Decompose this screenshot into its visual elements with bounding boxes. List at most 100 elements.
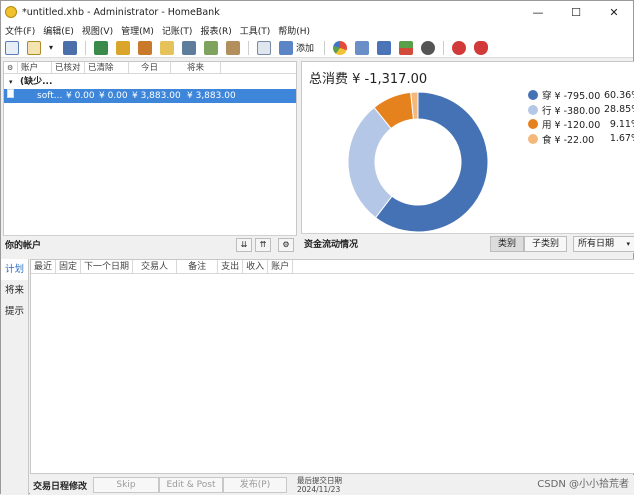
trend-report-icon[interactable] bbox=[355, 40, 370, 55]
legend-item[interactable]: 食 ¥ -22.00 1.67% bbox=[528, 132, 634, 147]
tab-reminders[interactable]: 提示 bbox=[1, 301, 28, 322]
close-button[interactable]: ✕ bbox=[595, 1, 633, 23]
schedule-footer: 交易日程修改 Skip Edit & Post 发布(P) 最后提交日期 202… bbox=[30, 475, 634, 495]
spending-chart-panel: 总消费 ¥ -1,317.00 穿 ¥ -795.00 60.36% 行 ¥ -… bbox=[301, 61, 634, 253]
dropdown-arrow-icon: ▾ bbox=[626, 239, 630, 248]
title-bar: *untitled.xhb - Administrator - HomeBank… bbox=[1, 1, 633, 23]
tab-future[interactable]: 将来 bbox=[1, 280, 28, 301]
archive-icon[interactable] bbox=[160, 40, 174, 55]
register-icon[interactable] bbox=[257, 40, 271, 55]
budget-report-icon[interactable] bbox=[399, 40, 414, 55]
account-group-row[interactable]: ▾ (缺少... bbox=[4, 75, 296, 89]
your-accounts-title: 你的帐户 bbox=[5, 241, 42, 251]
save-icon[interactable] bbox=[63, 40, 77, 55]
column-header-expense[interactable]: 支出 bbox=[218, 260, 244, 273]
maximize-button[interactable]: ☐ bbox=[557, 1, 595, 23]
legend-color-swatch bbox=[528, 119, 538, 130]
schedule-table-header: 最近 固定 下一个日期 交易人 备注 支出 收入 账户 bbox=[31, 260, 634, 274]
last-transaction-label: 最后提交日期 bbox=[297, 476, 342, 485]
legend-percentage: 60.36% bbox=[604, 89, 634, 101]
balance-report-icon[interactable] bbox=[377, 40, 392, 55]
menu-help[interactable]: 帮助(H) bbox=[274, 24, 314, 37]
legend-color-swatch bbox=[528, 133, 538, 144]
collapse-all-icon[interactable]: ⇈ bbox=[255, 237, 271, 252]
last-transaction-info: 最后提交日期 2024/11/23 bbox=[297, 476, 342, 494]
column-header-future[interactable]: 将来 bbox=[171, 62, 221, 73]
skip-button[interactable]: Skip bbox=[93, 477, 159, 493]
import-icon[interactable] bbox=[204, 40, 218, 55]
add-button-label[interactable]: 添加 bbox=[296, 41, 314, 54]
minimize-button[interactable]: — bbox=[519, 1, 557, 23]
column-header-income[interactable]: 收入 bbox=[243, 260, 269, 273]
menu-bar: 文件(F) 编辑(E) 视图(V) 管理(M) 记账(T) 报表(R) 工具(T… bbox=[1, 23, 633, 38]
column-header-cleared[interactable]: 已清除 bbox=[85, 62, 129, 73]
tab-scheduled[interactable]: 计划 bbox=[1, 259, 28, 280]
accounts-footer: 你的帐户 ⇊ ⇈ ⚙ bbox=[3, 235, 297, 253]
menu-manage[interactable]: 管理(M) bbox=[117, 24, 158, 37]
last-transaction-date: 2024/11/23 bbox=[297, 485, 341, 494]
menu-edit[interactable]: 编辑(E) bbox=[39, 24, 78, 37]
account-group-label: (缺少... bbox=[20, 77, 53, 87]
menu-tools[interactable]: 工具(T) bbox=[236, 24, 275, 37]
subcategory-tab[interactable]: 子类别 bbox=[523, 235, 567, 252]
legend-percentage: 9.11% bbox=[609, 118, 634, 130]
menu-reports[interactable]: 报表(R) bbox=[196, 24, 235, 37]
settings-gear-icon[interactable]: ⚙ bbox=[4, 62, 18, 73]
column-header-fixed[interactable]: 固定 bbox=[56, 260, 82, 273]
toolbar-separator bbox=[324, 40, 326, 55]
categories-icon[interactable] bbox=[138, 40, 152, 55]
open-file-icon[interactable] bbox=[27, 40, 41, 55]
menu-transactions[interactable]: 记账(T) bbox=[158, 24, 197, 37]
donut-slice-行[interactable] bbox=[347, 106, 393, 219]
payees-icon[interactable] bbox=[116, 40, 130, 55]
schedule-list: 最近 固定 下一个日期 交易人 备注 支出 收入 账户 bbox=[30, 259, 634, 474]
legend-item[interactable]: 穿 ¥ -795.00 60.36% bbox=[528, 88, 634, 103]
category-tab[interactable]: 类别 bbox=[489, 235, 524, 252]
menu-file[interactable]: 文件(F) bbox=[1, 24, 39, 37]
account-cleared: ¥ 0.00 bbox=[99, 91, 128, 101]
legend-label: 行 ¥ -380.00 bbox=[542, 105, 601, 117]
menu-view[interactable]: 视图(V) bbox=[78, 24, 117, 37]
side-tab-list: 计划 将来 提示 bbox=[1, 259, 29, 495]
column-header-late[interactable]: 最近 bbox=[31, 260, 57, 273]
expand-all-icon[interactable]: ⇊ bbox=[236, 237, 252, 252]
accounts-icon[interactable] bbox=[94, 40, 108, 55]
new-file-icon[interactable] bbox=[5, 40, 19, 55]
app-window: *untitled.xhb - Administrator - HomeBank… bbox=[0, 0, 634, 495]
magic-wand-icon[interactable] bbox=[226, 40, 240, 55]
column-header-reconciled[interactable]: 已核对 bbox=[52, 62, 85, 73]
date-range-select[interactable]: 所有日期 ▾ bbox=[573, 235, 634, 252]
statistics-report-icon[interactable] bbox=[333, 40, 348, 55]
schedule-edit-title: 交易日程修改 bbox=[33, 481, 88, 492]
vehicle-cost-icon[interactable] bbox=[421, 40, 436, 55]
expander-arrow-icon[interactable]: ▾ bbox=[9, 75, 13, 89]
help-icon[interactable] bbox=[452, 40, 467, 55]
column-header-memo[interactable]: 备注 bbox=[177, 260, 219, 273]
legend-item[interactable]: 行 ¥ -380.00 28.85% bbox=[528, 103, 634, 118]
column-header-next-date[interactable]: 下一个日期 bbox=[81, 260, 134, 273]
legend-percentage: 28.85% bbox=[604, 104, 634, 116]
column-header-account[interactable]: 账户 bbox=[18, 62, 52, 73]
account-row-selected[interactable]: soft... ¥ 0.00 ¥ 0.00 ¥ 3,883.00 ¥ 3,883… bbox=[4, 89, 296, 103]
column-header-today[interactable]: 今日 bbox=[129, 62, 171, 73]
bank-account-icon bbox=[4, 89, 34, 103]
window-title: *untitled.xhb - Administrator - HomeBank bbox=[22, 6, 220, 18]
account-options-gear-icon[interactable]: ⚙ bbox=[278, 237, 294, 252]
edit-and-post-button[interactable]: Edit & Post bbox=[159, 477, 223, 493]
window-controls: — ☐ ✕ bbox=[519, 1, 633, 23]
add-transaction-icon[interactable] bbox=[279, 40, 293, 55]
chevron-down-icon[interactable]: ▾ bbox=[49, 41, 55, 55]
chart-footer: 资金流动情况 类别 子类别 所有日期 ▾ bbox=[301, 233, 634, 253]
budget-icon[interactable] bbox=[182, 40, 196, 55]
toolbar-separator bbox=[248, 40, 249, 55]
account-reconciled: ¥ 0.00 bbox=[66, 91, 95, 101]
legend-item[interactable]: 用 ¥ -120.00 9.11% bbox=[528, 117, 634, 132]
post-button[interactable]: 发布(P) bbox=[223, 477, 287, 493]
legend-color-swatch bbox=[528, 90, 538, 101]
legend-label: 食 ¥ -22.00 bbox=[542, 134, 595, 146]
accounts-table-header: ⚙ 账户 已核对 已清除 今日 将来 bbox=[4, 62, 296, 74]
donate-heart-icon[interactable] bbox=[474, 40, 489, 55]
legend-label: 穿 ¥ -795.00 bbox=[542, 91, 601, 103]
column-header-account[interactable]: 账户 bbox=[268, 260, 294, 273]
column-header-payee[interactable]: 交易人 bbox=[133, 260, 178, 273]
